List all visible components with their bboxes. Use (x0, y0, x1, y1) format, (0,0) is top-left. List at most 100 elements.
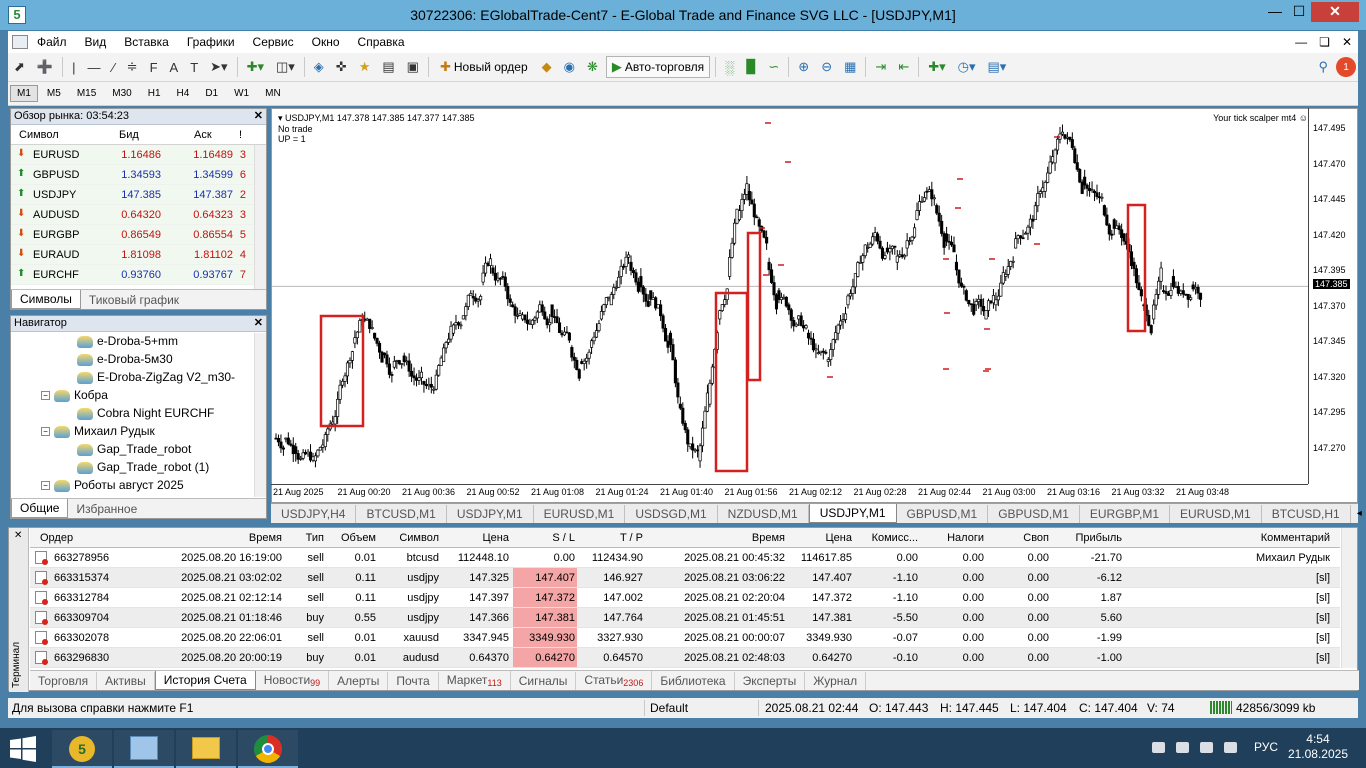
taskbar-explorer-button[interactable] (176, 730, 236, 768)
navigator-item[interactable]: − Кобра (41, 386, 108, 404)
new-chart-icon[interactable]: ✚▾ (243, 56, 268, 78)
tab-symbols[interactable]: Символы (11, 290, 81, 309)
table-row[interactable]: 663315374 2025.08.21 03:02:02 sell 0.11 usdj… (30, 568, 1340, 588)
column-header[interactable]: Символ (399, 532, 439, 544)
menu-insert[interactable]: Вставка (115, 32, 178, 52)
price-chart[interactable] (272, 109, 1309, 485)
chart-tab[interactable]: EURUSD,M1 (534, 504, 626, 523)
mdi-close-icon[interactable]: ✕ (1336, 35, 1358, 49)
chart-tab[interactable]: GBPUSD,M1 (897, 504, 989, 523)
tab-favorites[interactable]: Избранное (68, 500, 145, 518)
auto-trading-button[interactable]: ▶ Авто-торговля (605, 56, 711, 78)
navigator-scrollbar[interactable] (254, 333, 266, 497)
candlestick-chart-icon[interactable]: ▉ (742, 56, 760, 78)
terminal-tab[interactable]: Новости99 (256, 671, 330, 690)
timeframe-m30[interactable]: M30 (105, 85, 138, 102)
menu-tools[interactable]: Сервис (244, 32, 303, 52)
timeframe-m5[interactable]: M5 (40, 85, 68, 102)
terminal-tab[interactable]: Эксперты (735, 671, 806, 690)
column-header[interactable]: Тип (306, 532, 324, 544)
tray-language[interactable]: РУС (1254, 740, 1278, 754)
timeframe-mn[interactable]: MN (258, 85, 288, 102)
line-chart-icon[interactable]: ∽ (764, 56, 783, 78)
timeframe-d1[interactable]: D1 (198, 85, 225, 102)
taskbar-control-panel-button[interactable] (114, 730, 174, 768)
column-header[interactable]: Объем (341, 532, 376, 544)
terminal-tab[interactable]: История Счета (154, 671, 256, 690)
periods-icon[interactable]: ◷▾ (954, 56, 980, 78)
tray-network-icon[interactable] (1152, 742, 1165, 753)
tray-flag-icon[interactable] (1224, 742, 1237, 753)
navigator-item[interactable]: − Михаил Рудык (41, 422, 155, 440)
new-order-button[interactable]: ✚ Новый ордер (434, 56, 534, 78)
terminal-icon[interactable]: ▤ (378, 56, 398, 78)
table-row[interactable]: 663278956 2025.08.20 16:19:00 sell 0.01 btcu… (30, 548, 1340, 568)
zoom-out-icon[interactable]: ⊖ (817, 56, 836, 78)
table-row[interactable]: 663309704 2025.08.21 01:18:46 buy 0.55 usdjp… (30, 608, 1340, 628)
timeframe-m1[interactable]: M1 (10, 85, 38, 102)
chart-tab[interactable]: GBPUSD,M1 (988, 504, 1080, 523)
timeframe-m15[interactable]: M15 (70, 85, 103, 102)
timeframe-w1[interactable]: W1 (227, 85, 256, 102)
metaeditor-icon[interactable]: ◆ (538, 56, 556, 78)
market-watch-row[interactable]: ⬆ EURCHF 0.93760 0.93767 7 (11, 265, 266, 285)
zoom-in-icon[interactable]: ⊕ (794, 56, 813, 78)
column-header[interactable]: Комисс... (872, 532, 918, 544)
terminal-tab[interactable]: Маркет113 (439, 671, 511, 690)
scroll-left-icon[interactable]: ◂ (1351, 508, 1366, 519)
templates-icon[interactable]: ▤▾ (984, 56, 1011, 78)
taskbar-mt4-button[interactable]: 5 (52, 730, 112, 768)
table-row[interactable]: 663302078 2025.08.20 22:06:01 sell 0.01 xauu… (30, 628, 1340, 648)
chart-tab[interactable]: USDJPY,H4 (271, 504, 357, 523)
close-icon[interactable]: ✕ (14, 530, 22, 541)
navigator-item[interactable]: Gap_Trade_robot (1) (77, 458, 209, 476)
column-header[interactable]: Прибыль (1075, 532, 1122, 544)
terminal-tab[interactable]: Почта (388, 671, 439, 690)
column-header[interactable]: Ордер (40, 532, 73, 544)
bar-chart-icon[interactable]: ░ (721, 56, 738, 78)
chart-tab[interactable]: BTCUSD,M1 (356, 504, 447, 523)
col-ask[interactable]: Аск (194, 129, 212, 141)
chart-tab[interactable]: USDJPY,M1 (447, 504, 534, 523)
market-watch-row[interactable]: ⬆ USDJPY 147.385 147.387 2 (11, 185, 266, 205)
chart-tab[interactable]: BTCUSD,H1 (1262, 504, 1351, 523)
collapse-icon[interactable]: − (41, 391, 50, 401)
navigator-item[interactable]: − Роботы август 2025 (41, 476, 184, 494)
chart-shift-icon[interactable]: ⇤ (894, 56, 913, 78)
minimize-button[interactable]: — (1263, 2, 1287, 22)
mdi-minimize-icon[interactable]: — (1289, 35, 1313, 49)
navigator-item[interactable]: E-Droba-ZigZag V2_m30- (77, 368, 235, 386)
menu-charts[interactable]: Графики (178, 32, 244, 52)
signals-icon[interactable]: ❋ (583, 56, 602, 78)
notifications-icon[interactable]: 1 (1336, 57, 1356, 77)
menu-window[interactable]: Окно (303, 32, 349, 52)
column-header[interactable]: S / L (552, 532, 575, 544)
chart-tab[interactable]: EURGBP,M1 (1080, 504, 1171, 523)
navigator-item[interactable]: e-Droba-5м30 (77, 350, 173, 368)
tab-tick-chart[interactable]: Тиковый график (81, 291, 187, 309)
table-row[interactable]: 663312784 2025.08.21 02:12:14 sell 0.11 usdj… (30, 588, 1340, 608)
fibonacci-icon[interactable]: F (146, 56, 162, 78)
terminal-tab[interactable]: Алерты (329, 671, 389, 690)
table-row[interactable]: 663296830 2025.08.20 20:00:19 buy 0.01 audus… (30, 648, 1340, 668)
tray-clock[interactable]: 4:54 21.08.2025 (1288, 732, 1348, 762)
timeframe-h1[interactable]: H1 (141, 85, 168, 102)
close-icon[interactable]: ✕ (254, 316, 263, 331)
column-header[interactable]: Время (249, 532, 282, 544)
chart-tab[interactable]: NZDUSD,M1 (718, 504, 809, 523)
profiles-icon[interactable]: ◫▾ (272, 56, 299, 78)
menu-help[interactable]: Справка (349, 32, 414, 52)
crosshair-icon[interactable]: ➕ (33, 56, 57, 78)
collapse-icon[interactable]: − (41, 427, 50, 437)
column-header[interactable]: Комментарий (1261, 532, 1330, 544)
column-header[interactable]: Цена (483, 532, 509, 544)
col-bid[interactable]: Бид (119, 129, 139, 141)
navigator-item[interactable]: Cobra Night EURCHF (77, 404, 214, 422)
trend-line-icon[interactable]: ⁄ (108, 56, 118, 78)
col-spread[interactable]: ! (239, 129, 242, 141)
channel-icon[interactable]: ≑ (123, 56, 142, 78)
market-watch-row[interactable]: ⬇ EURAUD 1.81098 1.81102 4 (11, 245, 266, 265)
market-watch-row[interactable]: ⬆ GBPUSD 1.34593 1.34599 6 (11, 165, 266, 185)
column-header[interactable]: Своп (1023, 532, 1049, 544)
market-watch-row[interactable]: ⬇ EURUSD 1.16486 1.16489 3 (11, 145, 266, 165)
